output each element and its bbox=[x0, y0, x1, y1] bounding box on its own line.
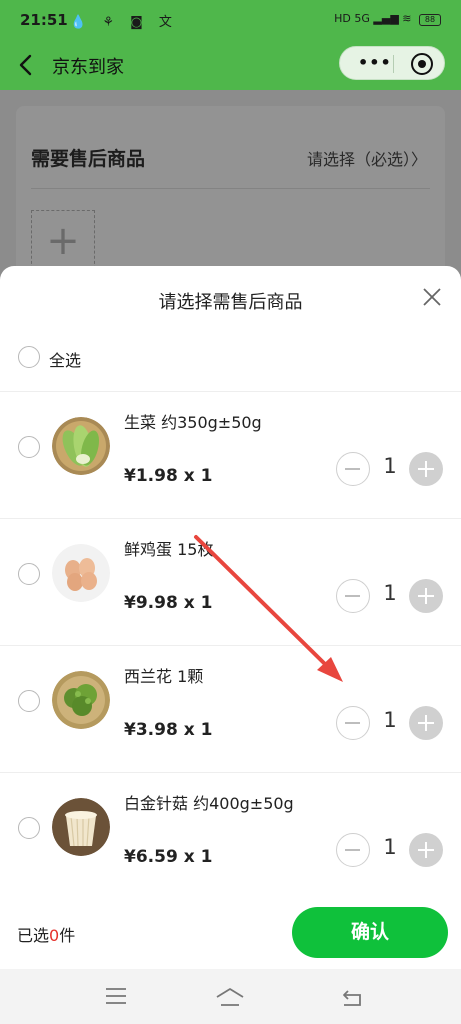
chevron-right-icon: 〉 bbox=[410, 150, 427, 169]
status-notification-icons: 💧 ⚘ ◙ 文 bbox=[70, 15, 178, 30]
list-item: 白金针菇 约400g±50g ¥6.59 x 1 1 bbox=[0, 773, 461, 899]
back-arrow-icon[interactable] bbox=[16, 52, 38, 78]
status-time: 21:51 bbox=[20, 11, 68, 29]
item-name: 西兰花 1颗 bbox=[124, 667, 204, 686]
increase-button[interactable] bbox=[409, 833, 443, 867]
page-title: 京东到家 bbox=[52, 57, 124, 78]
home-icon[interactable] bbox=[215, 987, 245, 1007]
more-icon[interactable]: ••• bbox=[358, 55, 392, 71]
select-all-radio[interactable] bbox=[18, 346, 40, 368]
item-radio[interactable] bbox=[18, 690, 40, 712]
decrease-button[interactable] bbox=[336, 452, 370, 486]
capsule-divider bbox=[393, 55, 394, 73]
sheet-title: 请选择需售后商品 bbox=[158, 292, 303, 313]
background-page: 需要售后商品 请选择（必选）〉 + bbox=[0, 90, 461, 290]
eggs-thumbnail bbox=[52, 544, 110, 602]
item-price: ¥1.98 x 1 bbox=[124, 466, 213, 486]
add-photo-box: + bbox=[31, 210, 95, 274]
confirm-button[interactable]: 确认 bbox=[292, 907, 448, 958]
list-item: 生菜 约350g±50g ¥1.98 x 1 1 bbox=[0, 392, 461, 518]
item-radio[interactable] bbox=[18, 817, 40, 839]
status-system-icons: HD 5G ▂▄▆ ≋ 88 bbox=[334, 12, 441, 26]
item-price: ¥6.59 x 1 bbox=[124, 847, 213, 867]
item-price: ¥9.98 x 1 bbox=[124, 593, 213, 613]
lettuce-thumbnail bbox=[52, 417, 110, 475]
enoki-thumbnail bbox=[52, 798, 110, 856]
select-all-label: 全选 bbox=[49, 351, 82, 370]
increase-button[interactable] bbox=[409, 452, 443, 486]
mini-program-header: 京东到家 ••• bbox=[0, 40, 461, 90]
after-sale-goods-card: 需要售后商品 请选择（必选）〉 + bbox=[16, 106, 445, 286]
signal-icons: HD 5G ▂▄▆ ≋ bbox=[334, 12, 412, 25]
sheet-footer: 已选0件 确认 bbox=[0, 896, 461, 969]
item-name: 鲜鸡蛋 15枚 bbox=[124, 540, 214, 559]
selected-count: 0 bbox=[49, 926, 60, 945]
close-icon[interactable] bbox=[421, 286, 443, 308]
item-radio[interactable] bbox=[18, 563, 40, 585]
decrease-button[interactable] bbox=[336, 579, 370, 613]
item-radio[interactable] bbox=[18, 436, 40, 458]
selected-count-text: 已选0件 bbox=[17, 922, 75, 946]
menu-icon[interactable] bbox=[104, 987, 128, 1005]
capsule-menu: ••• bbox=[339, 46, 445, 80]
decrease-button[interactable] bbox=[336, 833, 370, 867]
selected-suffix: 件 bbox=[59, 926, 76, 945]
system-nav-bar bbox=[0, 969, 461, 1024]
plus-icon: + bbox=[46, 218, 80, 264]
item-name: 生菜 约350g±50g bbox=[124, 413, 262, 432]
selected-prefix: 已选 bbox=[17, 926, 50, 945]
item-quantity: 1 bbox=[383, 835, 397, 859]
select-goods-sheet: 请选择需售后商品 全选 生菜 约350g±50g ¥1.98 x 1 1 鲜鸡蛋… bbox=[0, 266, 461, 969]
section-title: 需要售后商品 bbox=[31, 148, 146, 170]
close-miniprogram-icon[interactable] bbox=[411, 53, 433, 75]
item-quantity: 1 bbox=[383, 581, 397, 605]
status-bar: 21:51 💧 ⚘ ◙ 文 HD 5G ▂▄▆ ≋ 88 bbox=[0, 0, 461, 40]
select-hint: 请选择（必选） bbox=[306, 150, 411, 169]
divider bbox=[31, 188, 430, 189]
decrease-button[interactable] bbox=[336, 706, 370, 740]
increase-button[interactable] bbox=[409, 579, 443, 613]
item-quantity: 1 bbox=[383, 708, 397, 732]
item-price: ¥3.98 x 1 bbox=[124, 720, 213, 740]
increase-button[interactable] bbox=[409, 706, 443, 740]
list-item: 鲜鸡蛋 15枚 ¥9.98 x 1 1 bbox=[0, 519, 461, 645]
item-name: 白金针菇 约400g±50g bbox=[124, 794, 294, 813]
item-quantity: 1 bbox=[383, 454, 397, 478]
select-goods-link: 请选择（必选）〉 bbox=[307, 146, 427, 170]
back-icon[interactable] bbox=[340, 987, 364, 1007]
list-item: 西兰花 1颗 ¥3.98 x 1 1 bbox=[0, 646, 461, 772]
broccoli-thumbnail bbox=[52, 671, 110, 729]
battery-icon: 88 bbox=[419, 14, 441, 26]
